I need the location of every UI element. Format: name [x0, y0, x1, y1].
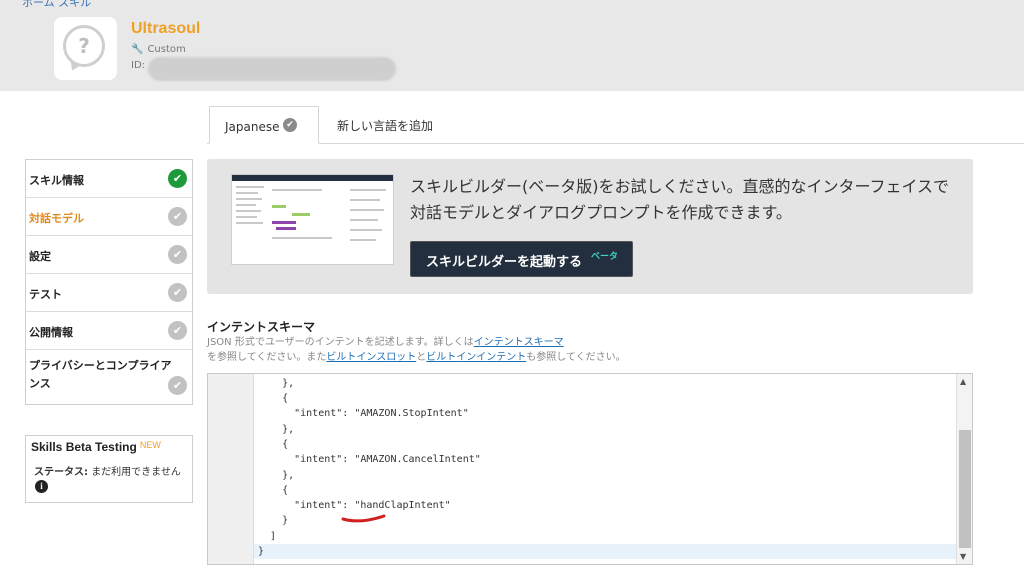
code-line: },	[258, 470, 295, 481]
thumb-green-mark	[272, 205, 286, 208]
thumb-green-mark	[292, 213, 310, 216]
info-icon[interactable]: i	[35, 480, 48, 493]
code-line: "intent": "AMAZON.StopIntent"	[258, 408, 469, 419]
code-line: },	[258, 424, 295, 435]
code-line: }	[258, 546, 265, 557]
check-circle-icon: ✔	[283, 118, 297, 132]
tab-label: Japanese	[225, 120, 280, 134]
wrench-icon: 🔧	[131, 44, 144, 55]
code-line: {	[258, 485, 289, 496]
intent-schema-description: JSON 形式でユーザーのインテントを記述します。詳しくはインテントスキーマを参…	[207, 335, 767, 365]
breadcrumb[interactable]: ホーム スキル	[22, 0, 91, 10]
beta-status-value: まだ利用できません	[91, 467, 181, 478]
thumb-purple-mark	[272, 221, 296, 224]
promo-text: スキルビルダー(ベータ版)をお試しください。直感的なインターフェイスで対話モデル…	[410, 177, 950, 222]
skill-type-label: Custom	[147, 44, 186, 55]
sidebar-item-skill-info[interactable]: スキル情報 ✔	[26, 160, 192, 198]
add-language-tab[interactable]: 新しい言語を追加	[337, 117, 433, 134]
sidebar-item-label: 対話モデル	[29, 212, 84, 225]
sidebar-nav: スキル情報 ✔ 対話モデル ✔ 設定 ✔ テスト ✔ 公開情報 ✔ プライバシー…	[25, 159, 193, 405]
skill-id-label: ID:	[131, 60, 146, 71]
scrollbar-thumb[interactable]	[959, 430, 971, 548]
launch-button-label: スキルビルダーを起動する	[426, 255, 583, 270]
check-circle-icon: ✔	[168, 376, 187, 395]
check-circle-icon: ✔	[168, 245, 187, 264]
thumb-line	[272, 189, 322, 191]
current-line-highlight	[254, 544, 956, 559]
thumb-line	[236, 222, 263, 224]
launch-skill-builder-button[interactable]: スキルビルダーを起動する ベータ	[410, 241, 633, 277]
beta-badge: ベータ	[591, 252, 619, 262]
sidebar-item-label: 設定	[29, 250, 51, 263]
code-line: {	[258, 393, 289, 404]
intent-schema-link[interactable]: インテントスキーマ	[474, 337, 564, 348]
sidebar-item-configuration[interactable]: 設定 ✔	[26, 236, 192, 274]
beta-status-label: ステータス:	[34, 467, 88, 478]
thumb-line	[350, 199, 380, 201]
skill-builder-promo: スキルビルダー(ベータ版)をお試しください。直感的なインターフェイスで対話モデル…	[207, 159, 973, 294]
thumb-line	[350, 209, 384, 211]
code-line: {	[258, 439, 289, 450]
beta-testing-panel: Skills Beta Testing NEW ステータス: まだ利用できません …	[25, 435, 193, 503]
sidebar-item-privacy-compliance[interactable]: プライバシーとコンプライアンス ✔	[26, 350, 192, 404]
thumb-line	[272, 237, 332, 239]
code-line: ]	[258, 531, 277, 542]
schema-desc-3: と	[416, 352, 427, 363]
intent-schema-editor[interactable]: 5 }, 6 { 7 "intent": "AMAZON.StopIntent"…	[207, 373, 973, 565]
code-line: },	[258, 378, 295, 389]
code-line: }	[258, 515, 289, 526]
thumb-purple-mark	[276, 227, 296, 230]
redacted-id	[148, 57, 396, 81]
skill-type: 🔧 Custom	[131, 44, 186, 55]
builtin-slot-link[interactable]: ビルトインスロット	[326, 352, 416, 363]
thumb-line	[350, 229, 382, 231]
skill-name: Ultrasoul	[131, 20, 201, 37]
tabs-divider	[207, 143, 1024, 144]
sidebar-item-interaction-model[interactable]: 対話モデル ✔	[26, 198, 192, 236]
beta-testing-title-text: Skills Beta Testing	[31, 440, 137, 454]
scroll-down-arrow-icon[interactable]: ▼	[960, 552, 966, 561]
sidebar-item-label: テスト	[29, 288, 62, 301]
check-circle-icon: ✔	[168, 169, 187, 188]
thumb-line	[236, 198, 262, 200]
check-circle-icon: ✔	[168, 321, 187, 340]
sidebar-item-publishing-info[interactable]: 公開情報 ✔	[26, 312, 192, 350]
skill-header: ホーム スキル ? Ultrasoul 🔧 Custom ID:	[0, 0, 1024, 91]
sidebar-item-test[interactable]: テスト ✔	[26, 274, 192, 312]
sidebar-item-label: プライバシーとコンプライアンス	[29, 359, 172, 390]
thumb-line	[236, 216, 257, 218]
skill-avatar: ?	[54, 17, 117, 80]
schema-desc-1: JSON 形式でユーザーのインテントを記述します。詳しくは	[207, 337, 474, 348]
beta-testing-title: Skills Beta Testing NEW	[31, 440, 161, 454]
red-underline-annotation	[341, 514, 386, 523]
check-circle-icon: ✔	[168, 207, 187, 226]
beta-status: ステータス: まだ利用できません	[34, 463, 181, 478]
thumb-line	[350, 239, 376, 241]
thumb-line	[236, 192, 258, 194]
code-line: "intent": "AMAZON.CancelIntent"	[258, 454, 481, 465]
builtin-intent-link[interactable]: ビルトインインテント	[426, 352, 526, 363]
thumb-line	[236, 204, 256, 206]
thumb-line	[350, 189, 386, 191]
scroll-up-arrow-icon[interactable]: ▲	[960, 377, 966, 386]
new-badge: NEW	[139, 440, 161, 450]
intent-schema-title: インテントスキーマ	[207, 320, 316, 334]
code-line: "intent": "handClapIntent"	[258, 500, 451, 511]
thumb-line	[350, 219, 378, 221]
thumb-topbar	[232, 175, 393, 181]
schema-desc-4: も参照してください。	[526, 352, 626, 363]
sidebar-item-label: スキル情報	[29, 174, 84, 187]
schema-desc-2: を参照してください。また	[207, 352, 327, 363]
thumb-line	[236, 186, 264, 188]
editor-scrollbar[interactable]: ▲ ▼	[956, 374, 972, 564]
skill-builder-screenshot	[231, 174, 394, 265]
tab-japanese[interactable]: Japanese ✔	[209, 106, 319, 144]
thumb-line	[236, 210, 261, 212]
sidebar-item-label: 公開情報	[29, 326, 73, 339]
line-number-gutter	[208, 374, 254, 564]
check-circle-icon: ✔	[168, 283, 187, 302]
